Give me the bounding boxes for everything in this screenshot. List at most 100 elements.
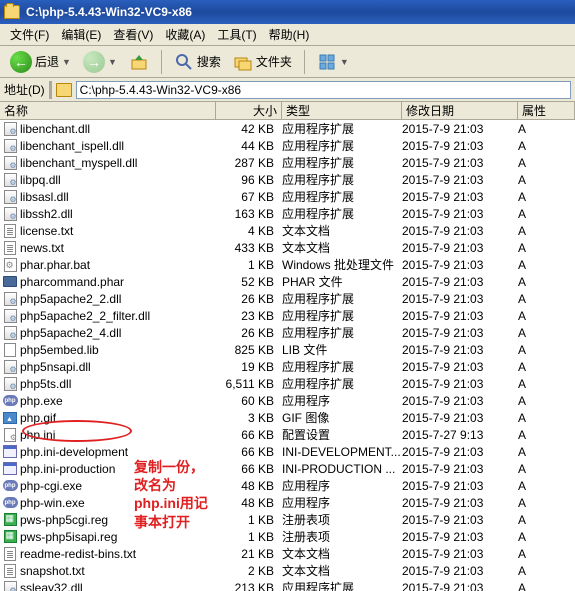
- file-attr: A: [518, 173, 575, 187]
- up-button[interactable]: [125, 50, 153, 74]
- up-folder-icon: [129, 52, 149, 72]
- file-name: phar.phar.bat: [20, 258, 216, 272]
- views-button[interactable]: ▼: [313, 50, 353, 74]
- file-row[interactable]: phpphp-win.exe48 KB应用程序2015-7-9 21:03A: [0, 494, 575, 511]
- file-attr: A: [518, 190, 575, 204]
- file-row[interactable]: license.txt4 KB文本文档2015-7-9 21:03A: [0, 222, 575, 239]
- file-date: 2015-7-9 21:03: [402, 122, 518, 136]
- menu-tools[interactable]: 工具(T): [211, 24, 262, 45]
- file-type: 配置设置: [282, 426, 402, 443]
- file-name: libssh2.dll: [20, 207, 216, 221]
- menu-file[interactable]: 文件(F): [4, 24, 55, 45]
- file-size: 19 KB: [216, 360, 282, 374]
- txt-icon: [2, 240, 18, 256]
- file-row[interactable]: php5apache2_4.dll26 KB应用程序扩展2015-7-9 21:…: [0, 324, 575, 341]
- menu-favorites[interactable]: 收藏(A): [159, 24, 211, 45]
- file-attr: A: [518, 139, 575, 153]
- file-row[interactable]: php5embed.lib825 KBLIB 文件2015-7-9 21:03A: [0, 341, 575, 358]
- file-date: 2015-7-9 21:03: [402, 207, 518, 221]
- menu-view[interactable]: 查看(V): [107, 24, 159, 45]
- file-type: 应用程序: [282, 392, 402, 409]
- file-attr: A: [518, 377, 575, 391]
- file-date: 2015-7-9 21:03: [402, 394, 518, 408]
- file-type: 文本文档: [282, 562, 402, 579]
- php-icon: php: [2, 393, 18, 409]
- file-type: 应用程序扩展: [282, 324, 402, 341]
- txt-icon: [2, 563, 18, 579]
- col-size[interactable]: 大小: [216, 102, 282, 119]
- forward-button[interactable]: → ▼: [79, 49, 121, 75]
- col-date[interactable]: 修改日期: [402, 102, 518, 119]
- file-size: 60 KB: [216, 394, 282, 408]
- file-row[interactable]: php.ini-production66 KBINI-PRODUCTION ..…: [0, 460, 575, 477]
- file-row[interactable]: snapshot.txt2 KB文本文档2015-7-9 21:03A: [0, 562, 575, 579]
- file-row[interactable]: php.ini66 KB配置设置2015-7-27 9:13A: [0, 426, 575, 443]
- file-date: 2015-7-9 21:03: [402, 462, 518, 476]
- file-name: snapshot.txt: [20, 564, 216, 578]
- file-name: php.exe: [20, 394, 216, 408]
- folders-button[interactable]: 文件夹: [229, 50, 296, 74]
- search-button[interactable]: 搜索: [170, 50, 225, 74]
- file-size: 26 KB: [216, 292, 282, 306]
- file-row[interactable]: libssh2.dll163 KB应用程序扩展2015-7-9 21:03A: [0, 205, 575, 222]
- file-row[interactable]: pws-php5cgi.reg1 KB注册表项2015-7-9 21:03A: [0, 511, 575, 528]
- column-headers: 名称 大小 类型 修改日期 属性: [0, 102, 575, 120]
- file-size: 6,511 KB: [216, 377, 282, 391]
- file-type: 应用程序扩展: [282, 120, 402, 137]
- file-row[interactable]: libenchant_ispell.dll44 KB应用程序扩展2015-7-9…: [0, 137, 575, 154]
- menu-edit[interactable]: 编辑(E): [55, 24, 107, 45]
- file-size: 1 KB: [216, 258, 282, 272]
- file-row[interactable]: libenchant.dll42 KB应用程序扩展2015-7-9 21:03A: [0, 120, 575, 137]
- file-row[interactable]: php5ts.dll6,511 KB应用程序扩展2015-7-9 21:03A: [0, 375, 575, 392]
- file-row[interactable]: phar.phar.bat1 KBWindows 批处理文件2015-7-9 2…: [0, 256, 575, 273]
- reg-icon: [2, 512, 18, 528]
- file-row[interactable]: phpphp.exe60 KB应用程序2015-7-9 21:03A: [0, 392, 575, 409]
- col-name[interactable]: 名称: [0, 102, 216, 119]
- file-date: 2015-7-9 21:03: [402, 343, 518, 357]
- separator: [49, 81, 52, 99]
- file-attr: A: [518, 343, 575, 357]
- chevron-down-icon: ▼: [108, 57, 117, 67]
- file-type: 应用程序扩展: [282, 188, 402, 205]
- file-row[interactable]: php.gif3 KBGIF 图像2015-7-9 21:03A: [0, 409, 575, 426]
- col-type[interactable]: 类型: [282, 102, 402, 119]
- address-bar: 地址(D): [0, 78, 575, 102]
- address-input[interactable]: [76, 81, 571, 99]
- file-row[interactable]: pws-php5isapi.reg1 KB注册表项2015-7-9 21:03A: [0, 528, 575, 545]
- file-row[interactable]: php5nsapi.dll19 KB应用程序扩展2015-7-9 21:03A: [0, 358, 575, 375]
- file-size: 67 KB: [216, 190, 282, 204]
- file-list: 复制一份， 改名为 php.ini用记 事本打开 libenchant.dll4…: [0, 120, 575, 591]
- file-date: 2015-7-9 21:03: [402, 275, 518, 289]
- file-date: 2015-7-9 21:03: [402, 258, 518, 272]
- file-row[interactable]: phpphp-cgi.exe48 KB应用程序2015-7-9 21:03A: [0, 477, 575, 494]
- file-date: 2015-7-9 21:03: [402, 377, 518, 391]
- file-size: 287 KB: [216, 156, 282, 170]
- file-size: 433 KB: [216, 241, 282, 255]
- ini-icon: [2, 427, 18, 443]
- file-row[interactable]: pharcommand.phar52 KBPHAR 文件2015-7-9 21:…: [0, 273, 575, 290]
- file-type: INI-PRODUCTION ...: [282, 462, 402, 476]
- file-row[interactable]: libsasl.dll67 KB应用程序扩展2015-7-9 21:03A: [0, 188, 575, 205]
- file-row[interactable]: php5apache2_2_filter.dll23 KB应用程序扩展2015-…: [0, 307, 575, 324]
- file-name: php5apache2_2.dll: [20, 292, 216, 306]
- window-title: C:\php-5.4.43-Win32-VC9-x86: [26, 5, 192, 19]
- file-type: 注册表项: [282, 511, 402, 528]
- file-row[interactable]: news.txt433 KB文本文档2015-7-9 21:03A: [0, 239, 575, 256]
- col-attr[interactable]: 属性: [518, 102, 575, 119]
- file-row[interactable]: php5apache2_2.dll26 KB应用程序扩展2015-7-9 21:…: [0, 290, 575, 307]
- file-type: Windows 批处理文件: [282, 256, 402, 273]
- file-row[interactable]: php.ini-development66 KBINI-DEVELOPMENT.…: [0, 443, 575, 460]
- file-attr: A: [518, 326, 575, 340]
- file-row[interactable]: libpq.dll96 KB应用程序扩展2015-7-9 21:03A: [0, 171, 575, 188]
- file-name: pharcommand.phar: [20, 275, 216, 289]
- file-size: 825 KB: [216, 343, 282, 357]
- menu-help[interactable]: 帮助(H): [263, 24, 316, 45]
- file-row[interactable]: ssleay32.dll213 KB应用程序扩展2015-7-9 21:03A: [0, 579, 575, 591]
- back-button[interactable]: ← 后退 ▼: [6, 49, 75, 75]
- file-row[interactable]: readme-redist-bins.txt21 KB文本文档2015-7-9 …: [0, 545, 575, 562]
- php-icon: php: [2, 495, 18, 511]
- file-type: PHAR 文件: [282, 273, 402, 290]
- file-row[interactable]: libenchant_myspell.dll287 KB应用程序扩展2015-7…: [0, 154, 575, 171]
- file-type: INI-DEVELOPMENT...: [282, 445, 402, 459]
- chevron-down-icon: ▼: [340, 57, 349, 67]
